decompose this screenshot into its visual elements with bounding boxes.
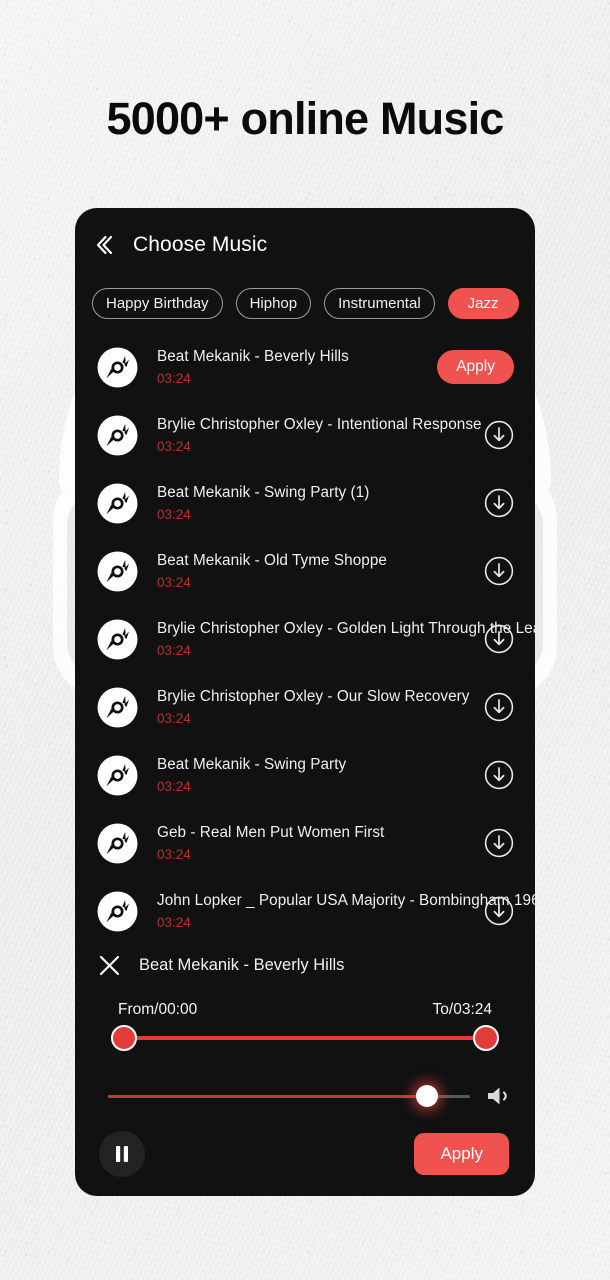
volume-block (75, 1051, 535, 1109)
download-icon[interactable] (484, 760, 514, 790)
disc-icon (97, 891, 138, 931)
trim-selected-range (125, 1036, 485, 1040)
apply-track-button[interactable]: Apply (437, 350, 514, 384)
choose-music-panel: Choose Music Happy Birthday Hiphop Instr… (75, 208, 535, 1196)
download-icon[interactable] (484, 692, 514, 722)
track-text: Brylie Christopher Oxley - Intentional R… (157, 415, 535, 455)
track-duration: 03:24 (157, 507, 191, 522)
track-action (484, 420, 514, 450)
track-row[interactable]: Beat Mekanik - Beverly Hills 03:24 Apply (75, 333, 535, 401)
trim-to-label: To/03:24 (432, 1001, 492, 1018)
track-action (484, 624, 514, 654)
track-row[interactable]: John Lopker _ Popular USA Majority - Bom… (75, 877, 535, 935)
track-duration: 03:24 (157, 643, 191, 658)
panel-header: Choose Music (75, 208, 535, 266)
track-title: Beat Mekanik - Old Tyme Shoppe (157, 552, 387, 569)
track-row[interactable]: Brylie Christopher Oxley - Our Slow Reco… (75, 673, 535, 741)
track-text: Brylie Christopher Oxley - Golden Light … (157, 619, 535, 659)
download-icon[interactable] (484, 488, 514, 518)
track-action: Apply (437, 350, 514, 384)
download-icon[interactable] (484, 828, 514, 858)
track-action (484, 896, 514, 926)
volume-slider[interactable] (108, 1083, 470, 1109)
track-action (484, 488, 514, 518)
disc-icon (97, 755, 138, 795)
track-list[interactable]: Beat Mekanik - Beverly Hills 03:24 Apply… (75, 333, 535, 935)
chip-hiphop[interactable]: Hiphop (235, 288, 312, 319)
back-double-chevron-icon[interactable] (91, 232, 117, 258)
track-row[interactable]: Geb - Real Men Put Women First 03:24 (75, 809, 535, 877)
disc-icon (97, 619, 138, 659)
volume-fill (108, 1095, 427, 1098)
track-text: Beat Mekanik - Old Tyme Shoppe 03:24 (157, 551, 535, 591)
disc-icon (97, 347, 138, 387)
disc-icon (97, 687, 138, 727)
page-title: 5000+ online Music (106, 93, 504, 144)
track-title: Brylie Christopher Oxley - Intentional R… (157, 416, 482, 433)
speaker-volume-icon[interactable] (485, 1083, 513, 1109)
disc-icon (97, 823, 138, 863)
trim-end-handle[interactable] (473, 1025, 499, 1051)
now-playing-title: Beat Mekanik - Beverly Hills (139, 955, 345, 974)
download-icon[interactable] (484, 624, 514, 654)
track-text: Geb - Real Men Put Women First 03:24 (157, 823, 535, 863)
track-title: John Lopker _ Popular USA Majority - Bom… (157, 892, 535, 909)
track-duration: 03:24 (157, 575, 191, 590)
track-text: Brylie Christopher Oxley - Our Slow Reco… (157, 687, 535, 727)
track-title: Beat Mekanik - Swing Party (157, 756, 347, 773)
track-title: Brylie Christopher Oxley - Our Slow Reco… (157, 688, 470, 705)
chip-instrumental[interactable]: Instrumental (324, 288, 435, 319)
track-action (484, 760, 514, 790)
chip-happy-birthday[interactable]: Happy Birthday (92, 288, 223, 319)
category-chip-row: Happy Birthday Hiphop Instrumental Jazz (75, 266, 535, 319)
track-duration: 03:24 (157, 779, 191, 794)
download-icon[interactable] (484, 420, 514, 450)
trim-start-handle[interactable] (111, 1025, 137, 1051)
download-icon[interactable] (484, 896, 514, 926)
now-playing-bar: Beat Mekanik - Beverly Hills (75, 935, 535, 989)
disc-icon (97, 483, 138, 523)
track-text: Beat Mekanik - Swing Party 03:24 (157, 755, 535, 795)
trim-from-label: From/00:00 (118, 1001, 198, 1018)
track-row[interactable]: Beat Mekanik - Swing Party 03:24 (75, 741, 535, 809)
player-bottom-bar: Apply (75, 1109, 535, 1177)
track-title: Brylie Christopher Oxley - Golden Light … (157, 620, 535, 637)
download-icon[interactable] (484, 556, 514, 586)
track-row[interactable]: Brylie Christopher Oxley - Golden Light … (75, 605, 535, 673)
disc-icon (97, 551, 138, 591)
track-duration: 03:24 (157, 847, 191, 862)
apply-button[interactable]: Apply (414, 1133, 509, 1175)
track-row[interactable]: Beat Mekanik - Old Tyme Shoppe 03:24 (75, 537, 535, 605)
disc-icon (97, 415, 138, 455)
trim-range-slider[interactable] (111, 1025, 499, 1051)
cut-x-icon[interactable] (96, 952, 123, 979)
trim-slider-block: From/00:00 To/03:24 (75, 989, 535, 1051)
track-title: Beat Mekanik - Swing Party (1) (157, 484, 370, 501)
track-text: John Lopker _ Popular USA Majority - Bom… (157, 891, 535, 931)
track-duration: 03:24 (157, 915, 191, 930)
chip-jazz[interactable]: Jazz (447, 288, 519, 319)
track-duration: 03:24 (157, 439, 191, 454)
trim-labels: From/00:00 To/03:24 (111, 1001, 499, 1019)
track-text: Beat Mekanik - Swing Party (1) 03:24 (157, 483, 535, 523)
pause-button[interactable] (99, 1131, 145, 1177)
track-action (484, 692, 514, 722)
panel-title: Choose Music (133, 233, 268, 256)
pause-icon (116, 1146, 128, 1162)
track-action (484, 828, 514, 858)
volume-handle[interactable] (415, 1085, 438, 1107)
track-row[interactable]: Brylie Christopher Oxley - Intentional R… (75, 401, 535, 469)
track-duration: 03:24 (157, 711, 191, 726)
track-title: Geb - Real Men Put Women First (157, 824, 385, 841)
track-action (484, 556, 514, 586)
track-row[interactable]: Beat Mekanik - Swing Party (1) 03:24 (75, 469, 535, 537)
